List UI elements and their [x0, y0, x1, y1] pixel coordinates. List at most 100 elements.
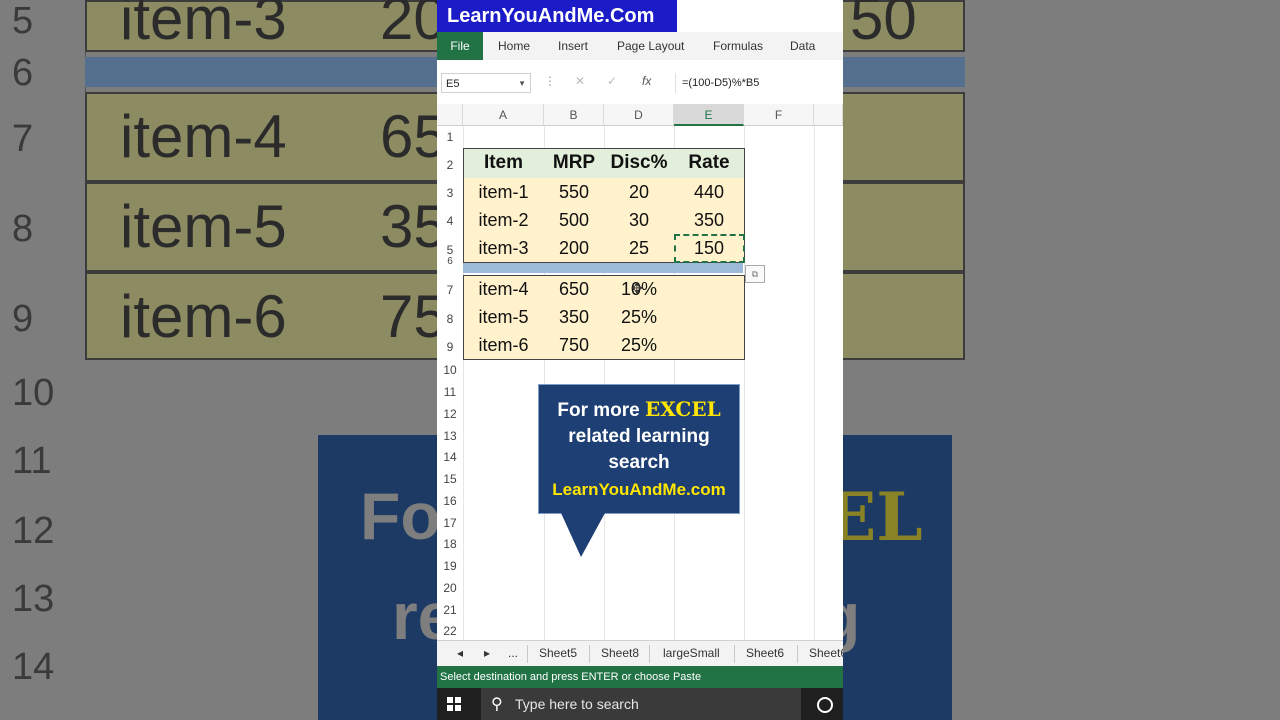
table-cell[interactable]: item-5: [463, 303, 544, 331]
column-header-e[interactable]: E: [674, 104, 744, 126]
row-header[interactable]: 13: [437, 429, 463, 443]
cortana-icon[interactable]: [817, 697, 833, 713]
row-header[interactable]: 9: [437, 340, 463, 354]
table-cell[interactable]: 550: [544, 178, 604, 206]
select-all-corner[interactable]: [437, 104, 463, 126]
row-header[interactable]: 8: [437, 312, 463, 326]
table-cell[interactable]: 350: [544, 303, 604, 331]
sheet-tab-sheet6-2[interactable]: Sheet6: [809, 641, 843, 667]
row-header[interactable]: 21: [437, 603, 463, 617]
insert-function-icon[interactable]: fx: [642, 74, 651, 88]
table-cell[interactable]: 30: [604, 206, 674, 234]
enter-icon[interactable]: ✓: [607, 74, 617, 88]
header-cell-disc[interactable]: Disc%: [604, 148, 674, 178]
table-cell[interactable]: 25%: [604, 303, 674, 331]
cancel-icon[interactable]: ✕: [575, 74, 585, 88]
sheet-scroll-left-icon[interactable]: ◂: [457, 641, 463, 667]
sheet-tab-sheet8[interactable]: Sheet8: [601, 641, 639, 667]
background-item-label: item-4: [120, 103, 287, 170]
worksheet-grid[interactable]: A B D E F 1 2 3 4 5 6 7 8 9 10 11 12 13 …: [437, 104, 843, 640]
row-header[interactable]: 4: [437, 214, 463, 228]
table-cell[interactable]: 350: [674, 206, 744, 234]
table-cell[interactable]: 200: [544, 234, 604, 262]
taskbar-search-box[interactable]: ⚲ Type here to search: [481, 688, 801, 720]
tab-page-layout[interactable]: Page Layout: [617, 32, 684, 60]
row-header[interactable]: 20: [437, 581, 463, 595]
callout-text: related learning: [568, 426, 710, 447]
header-cell-mrp[interactable]: MRP: [544, 148, 604, 178]
row-header[interactable]: 19: [437, 559, 463, 573]
row-header[interactable]: 10: [437, 363, 463, 377]
header-cell-item[interactable]: Item: [463, 148, 544, 178]
row-header[interactable]: 12: [437, 407, 463, 421]
name-box[interactable]: E5 ▼: [441, 73, 531, 93]
table-cell[interactable]: [674, 303, 744, 331]
more-options-icon[interactable]: ⋮: [544, 74, 556, 88]
sheet-more-button[interactable]: ...: [508, 641, 518, 667]
row-header[interactable]: 1: [437, 130, 463, 144]
background-row-number: 8: [12, 208, 34, 250]
column-header-b[interactable]: B: [544, 104, 604, 126]
tab-file[interactable]: File: [437, 32, 483, 60]
background-row-number: 12: [12, 510, 55, 552]
row-header[interactable]: 2: [437, 158, 463, 172]
tab-data[interactable]: Data: [790, 32, 815, 60]
search-icon: ⚲: [491, 696, 503, 713]
row-header[interactable]: 3: [437, 186, 463, 200]
status-bar: Select destination and press ENTER or ch…: [437, 666, 843, 688]
table-cell[interactable]: [674, 275, 744, 303]
tab-home[interactable]: Home: [498, 32, 530, 60]
row-header[interactable]: 15: [437, 472, 463, 486]
row-header[interactable]: 7: [437, 283, 463, 297]
background-value: 50: [850, 0, 917, 52]
tab-divider: [589, 645, 590, 663]
header-cell-rate[interactable]: Rate: [674, 148, 744, 178]
table-cell[interactable]: 440: [674, 178, 744, 206]
table-cell[interactable]: 650: [544, 275, 604, 303]
promo-callout: For more EXCEL related learning search L…: [538, 384, 740, 514]
table-cell[interactable]: item-2: [463, 206, 544, 234]
row-header[interactable]: 6: [437, 257, 463, 267]
column-header-next[interactable]: [814, 104, 843, 126]
brand-banner: LearnYouAndMe.Com: [437, 0, 677, 32]
sheet-tab-largesmall[interactable]: largeSmall: [663, 641, 720, 667]
tab-divider: [649, 645, 650, 663]
row-header[interactable]: 17: [437, 516, 463, 530]
tab-insert[interactable]: Insert: [558, 32, 588, 60]
table-cell[interactable]: 25: [604, 234, 674, 262]
background-row-number: 13: [12, 578, 55, 620]
column-header-f[interactable]: F: [744, 104, 814, 126]
tab-formulas[interactable]: Formulas: [713, 32, 763, 60]
row-header[interactable]: 11: [437, 385, 463, 399]
windows-start-icon[interactable]: [447, 697, 461, 711]
table-cell[interactable]: item-3: [463, 234, 544, 262]
background-row-number: 14: [12, 646, 55, 688]
sheet-scroll-right-icon[interactable]: ▸: [484, 641, 490, 667]
excel-window: LearnYouAndMe.Com File Home Insert Page …: [437, 0, 843, 720]
row-header[interactable]: 18: [437, 537, 463, 551]
row-header[interactable]: 16: [437, 494, 463, 508]
table-cell[interactable]: item-1: [463, 178, 544, 206]
callout-tail: [561, 513, 605, 557]
background-row-number: 9: [12, 298, 34, 340]
formula-input[interactable]: =(100-D5)%*B5: [675, 73, 843, 93]
row-header[interactable]: 14: [437, 450, 463, 464]
row-header[interactable]: 5: [437, 243, 463, 257]
table-cell[interactable]: item-4: [463, 275, 544, 303]
sheet-tab-sheet6[interactable]: Sheet6: [746, 641, 784, 667]
callout-text: For more: [557, 400, 640, 421]
table-cell[interactable]: 25%: [604, 331, 674, 359]
table-cell[interactable]: 750: [544, 331, 604, 359]
sheet-tab-sheet5[interactable]: Sheet5: [539, 641, 577, 667]
background-callout-text: Fo: [360, 479, 441, 553]
table-cell[interactable]: 500: [544, 206, 604, 234]
table-cell[interactable]: item-6: [463, 331, 544, 359]
column-header-d[interactable]: D: [604, 104, 674, 126]
table-cell[interactable]: [674, 331, 744, 359]
paste-options-icon[interactable]: ⧉: [745, 265, 765, 283]
table-cell[interactable]: 20: [604, 178, 674, 206]
row-header[interactable]: 22: [437, 624, 463, 638]
callout-emphasis: EXCEL: [645, 397, 721, 421]
column-header-a[interactable]: A: [463, 104, 544, 126]
chevron-down-icon[interactable]: ▼: [518, 74, 526, 94]
